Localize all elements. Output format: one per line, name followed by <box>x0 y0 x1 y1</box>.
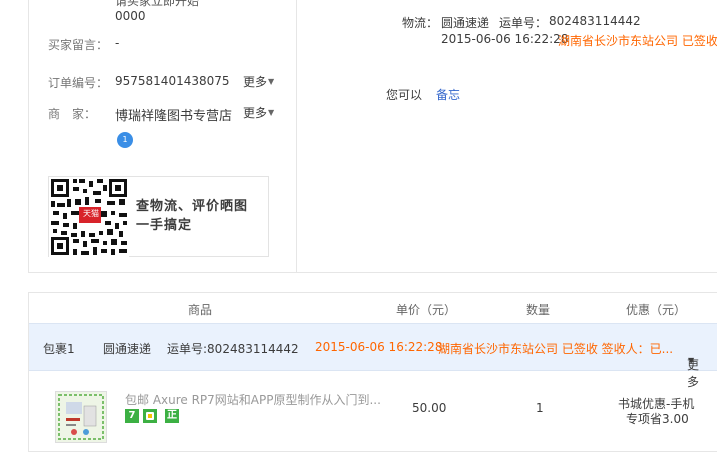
order-number-label: 订单编号： <box>48 76 109 90</box>
item-qty: 1 <box>536 401 544 415</box>
logistics-latest-time: 2015-06-06 16:22:28 <box>441 32 569 46</box>
you-can-text: 您可以 <box>386 88 423 102</box>
table-row: 包邮 Axure RP7网站和APP原型制作从入门到... 7 正 50.00 … <box>29 371 717 451</box>
logistics-latest-status: 湖南省长沙市东站公司 已签收 <box>558 34 717 48</box>
order-items-table: 商品 单价（元） 数量 优惠（元） 包裹1 圆通速递 运单号:802483114… <box>28 292 717 452</box>
note-link[interactable]: 备忘 <box>436 86 460 103</box>
product-title-link[interactable]: 包邮 Axure RP7网站和APP原型制作从入门到... <box>125 391 381 408</box>
caret-down-icon: ▼ <box>268 108 275 117</box>
order-more-button[interactable]: 更多▼ <box>243 73 274 90</box>
logistics-carrier: 圆通速递 <box>441 16 490 30</box>
item-discount-line2: 专项省3.00 <box>626 412 689 426</box>
product-thumbnail[interactable] <box>55 391 107 443</box>
table-header: 商品 单价（元） 数量 优惠（元） <box>29 293 717 323</box>
qr-promo-box[interactable]: 天猫 查物流、评价晒图 一手搞定 <box>48 176 269 257</box>
product-image-icon <box>56 392 106 442</box>
chat-bubble-icon[interactable]: 1 <box>117 132 133 148</box>
seven-day-return-icon[interactable]: 7 <box>125 409 139 423</box>
header-goods: 商品 <box>188 303 213 317</box>
header-qty: 数量 <box>526 303 551 317</box>
qr-promo-text: 查物流、评价晒图 一手搞定 <box>136 199 249 233</box>
seller-more-button[interactable]: 更多▼ <box>243 104 274 121</box>
package-status: 湖南省长沙市东站公司 已签收 签收人：已... <box>438 342 674 356</box>
partial-top-line: 请买家立即开始 <box>115 0 200 8</box>
genuine-icon[interactable]: 正 <box>165 409 179 423</box>
buyer-message-label: 买家留言： <box>48 38 109 52</box>
item-price: 50.00 <box>412 401 447 415</box>
waybill-number: 802483114442 <box>549 14 641 28</box>
tmall-tag: 天猫 <box>83 209 99 218</box>
buyer-message-value: - <box>115 36 120 50</box>
caret-down-icon: ▼ <box>268 77 275 86</box>
package-row: 包裹1 圆通速递 运单号:802483114442 2015-06-06 16:… <box>29 323 717 389</box>
seller-label: 商 家： <box>48 107 97 121</box>
waybill-label: 运单号： <box>499 16 548 30</box>
header-price: 单价（元） <box>396 303 457 317</box>
package-name: 包裹1 <box>43 342 75 356</box>
guarantee-icon[interactable] <box>143 409 157 423</box>
caret-down-icon: ▼ <box>688 356 695 365</box>
seller-name-link[interactable]: 博瑞祥隆图书专营店 <box>115 105 232 124</box>
package-time: 2015-06-06 16:22:28 <box>315 340 443 354</box>
package-carrier: 圆通速递 <box>103 342 152 356</box>
order-number-value: 957581401438075 <box>115 74 230 88</box>
header-discount: 优惠（元） <box>626 303 687 317</box>
package-waybill: 运单号:802483114442 <box>167 342 299 356</box>
logistics-label: 物流： <box>402 16 439 30</box>
partial-top-value: 0000 <box>115 9 146 23</box>
